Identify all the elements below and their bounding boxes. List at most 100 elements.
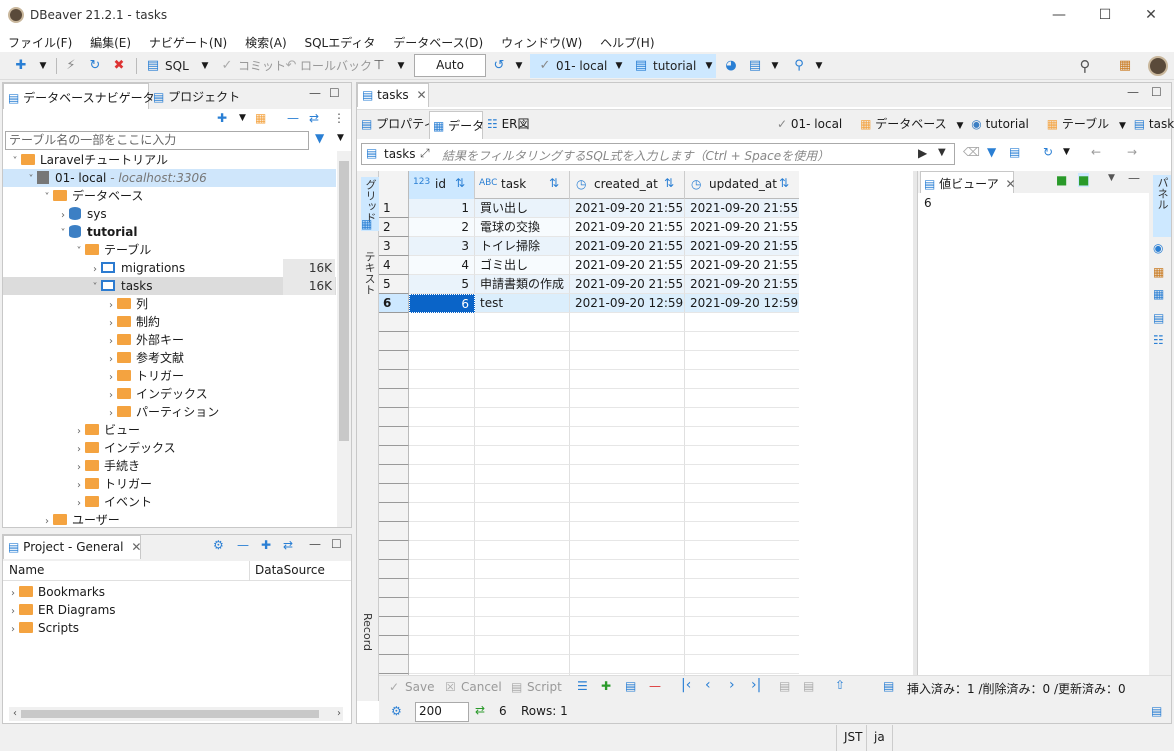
cancel-button[interactable]: Cancel: [461, 680, 502, 694]
grid-cell[interactable]: [409, 655, 475, 674]
side-tab-text[interactable]: テキスト: [361, 251, 377, 295]
tree-node[interactable]: ˅ テーブル: [3, 241, 336, 259]
grid-cell[interactable]: [475, 465, 570, 484]
grid-cell[interactable]: [409, 617, 475, 636]
back-icon[interactable]: ←: [1091, 145, 1101, 159]
row-number[interactable]: [379, 351, 409, 370]
menu-edit[interactable]: 編集(E): [82, 30, 137, 51]
filter-input[interactable]: 結果をフィルタリングするSQL式を入力します（Ctrl + Spaceを使用）: [442, 147, 829, 164]
table-row[interactable]: [379, 598, 799, 617]
grid-cell[interactable]: [475, 560, 570, 579]
grid-cell[interactable]: 申請書類の作成: [475, 275, 570, 294]
new-connection-icon[interactable]: ✚: [12, 57, 30, 75]
row-number[interactable]: [379, 541, 409, 560]
grid-cell[interactable]: [409, 465, 475, 484]
grid-cell[interactable]: 2021-09-20 21:55:21: [685, 256, 799, 275]
table-row[interactable]: [379, 655, 799, 674]
grid-cell[interactable]: [475, 541, 570, 560]
table-row[interactable]: 44ゴミ出し2021-09-20 21:55:212021-09-20 21:5…: [379, 256, 799, 275]
grid-cell[interactable]: [685, 617, 799, 636]
panel-info-icon[interactable]: ◉: [1153, 241, 1163, 255]
grid-cell[interactable]: [475, 408, 570, 427]
close-window-button[interactable]: ✕: [1136, 4, 1166, 26]
grid-cell[interactable]: [409, 351, 475, 370]
row-number[interactable]: [379, 446, 409, 465]
structure-icon[interactable]: ▤: [746, 57, 764, 75]
grid-cell[interactable]: 1: [409, 199, 475, 218]
grid-cell[interactable]: [570, 446, 685, 465]
sql-dropdown-icon[interactable]: ▼: [196, 57, 214, 75]
grid-cell[interactable]: 2021-09-20 21:55:21: [570, 218, 685, 237]
new-connection-nav-icon[interactable]: ✚: [217, 111, 227, 125]
tree-node[interactable]: › トリガー: [3, 367, 336, 385]
row-number[interactable]: [379, 389, 409, 408]
reconnect-icon[interactable]: ↻: [86, 57, 104, 75]
breadcrumb-tables[interactable]: テーブル: [1062, 117, 1109, 131]
schema-dropdown-icon[interactable]: ▼: [700, 57, 718, 75]
row-number[interactable]: [379, 370, 409, 389]
table-row[interactable]: [379, 617, 799, 636]
grid-cell[interactable]: [570, 465, 685, 484]
table-row[interactable]: [379, 427, 799, 446]
breadcrumb-database[interactable]: データベース: [875, 117, 946, 131]
grid-cell[interactable]: [570, 332, 685, 351]
history-dropdown-icon[interactable]: ▼: [510, 57, 528, 75]
grid-cell[interactable]: [685, 560, 799, 579]
tree-node[interactable]: › ユーザー: [3, 511, 336, 527]
grid-cell[interactable]: ゴミ出し: [475, 256, 570, 275]
row-number[interactable]: [379, 655, 409, 674]
grid-cell[interactable]: [475, 636, 570, 655]
tree-node[interactable]: › インデックス: [3, 385, 336, 403]
grid-cell[interactable]: [570, 541, 685, 560]
fetch-all-icon[interactable]: ⇄: [475, 703, 485, 717]
grid-cell[interactable]: [409, 408, 475, 427]
grid-cell[interactable]: 2021-09-20 21:55:21: [685, 199, 799, 218]
next-page-icon[interactable]: ›: [729, 677, 735, 693]
auto-apply-icon[interactable]: ■: [1078, 173, 1090, 187]
grid-cell[interactable]: [409, 579, 475, 598]
grid-cell[interactable]: 2021-09-20 21:55:21: [685, 218, 799, 237]
grid-cell[interactable]: 4: [409, 256, 475, 275]
panel-calc-icon[interactable]: ▦: [1153, 265, 1164, 279]
grid-cell[interactable]: [475, 446, 570, 465]
settings-gear-icon[interactable]: ⚙: [213, 538, 224, 552]
table-row[interactable]: [379, 579, 799, 598]
col-name-header[interactable]: Name: [9, 563, 44, 577]
table-row[interactable]: 22電球の交換2021-09-20 21:55:212021-09-20 21:…: [379, 218, 799, 237]
row-number[interactable]: 6: [379, 294, 409, 313]
project-hscrollbar[interactable]: ‹ ›: [9, 707, 343, 721]
table-row[interactable]: [379, 541, 799, 560]
table-row[interactable]: 55申請書類の作成2021-09-20 21:55:212021-09-20 2…: [379, 275, 799, 294]
grid-cell[interactable]: [685, 351, 799, 370]
table-row[interactable]: [379, 636, 799, 655]
row-number[interactable]: [379, 617, 409, 636]
filter-icon[interactable]: ▼: [315, 131, 324, 145]
value-viewer-content[interactable]: 6: [924, 196, 932, 210]
row-number[interactable]: [379, 503, 409, 522]
table-row[interactable]: [379, 522, 799, 541]
table-row[interactable]: [379, 408, 799, 427]
grid-cell[interactable]: [409, 522, 475, 541]
delete-row-icon[interactable]: —: [649, 679, 661, 693]
grid-cell[interactable]: [685, 636, 799, 655]
row-number[interactable]: [379, 598, 409, 617]
tree-node[interactable]: ˅ Laravelチュートリアル: [3, 151, 336, 169]
grid-cell[interactable]: [570, 484, 685, 503]
table-row[interactable]: [379, 351, 799, 370]
panel-references-icon[interactable]: ☷: [1153, 333, 1164, 347]
grid-cell[interactable]: [570, 427, 685, 446]
collapse-icon[interactable]: —: [237, 538, 249, 552]
clear-filter-icon[interactable]: ⌫: [963, 145, 980, 159]
table-row[interactable]: [379, 313, 799, 332]
grid-cell[interactable]: [685, 389, 799, 408]
row-number[interactable]: [379, 636, 409, 655]
grid-cell[interactable]: [409, 598, 475, 617]
tab-project[interactable]: ▤ プロジェクト: [153, 88, 240, 105]
grid-cell[interactable]: [570, 389, 685, 408]
grid-cell[interactable]: [570, 636, 685, 655]
grid-cell[interactable]: [685, 503, 799, 522]
sql-button[interactable]: SQL: [165, 56, 189, 76]
table-row[interactable]: [379, 560, 799, 579]
table-row[interactable]: [379, 465, 799, 484]
link-icon[interactable]: ⇄: [283, 538, 293, 552]
